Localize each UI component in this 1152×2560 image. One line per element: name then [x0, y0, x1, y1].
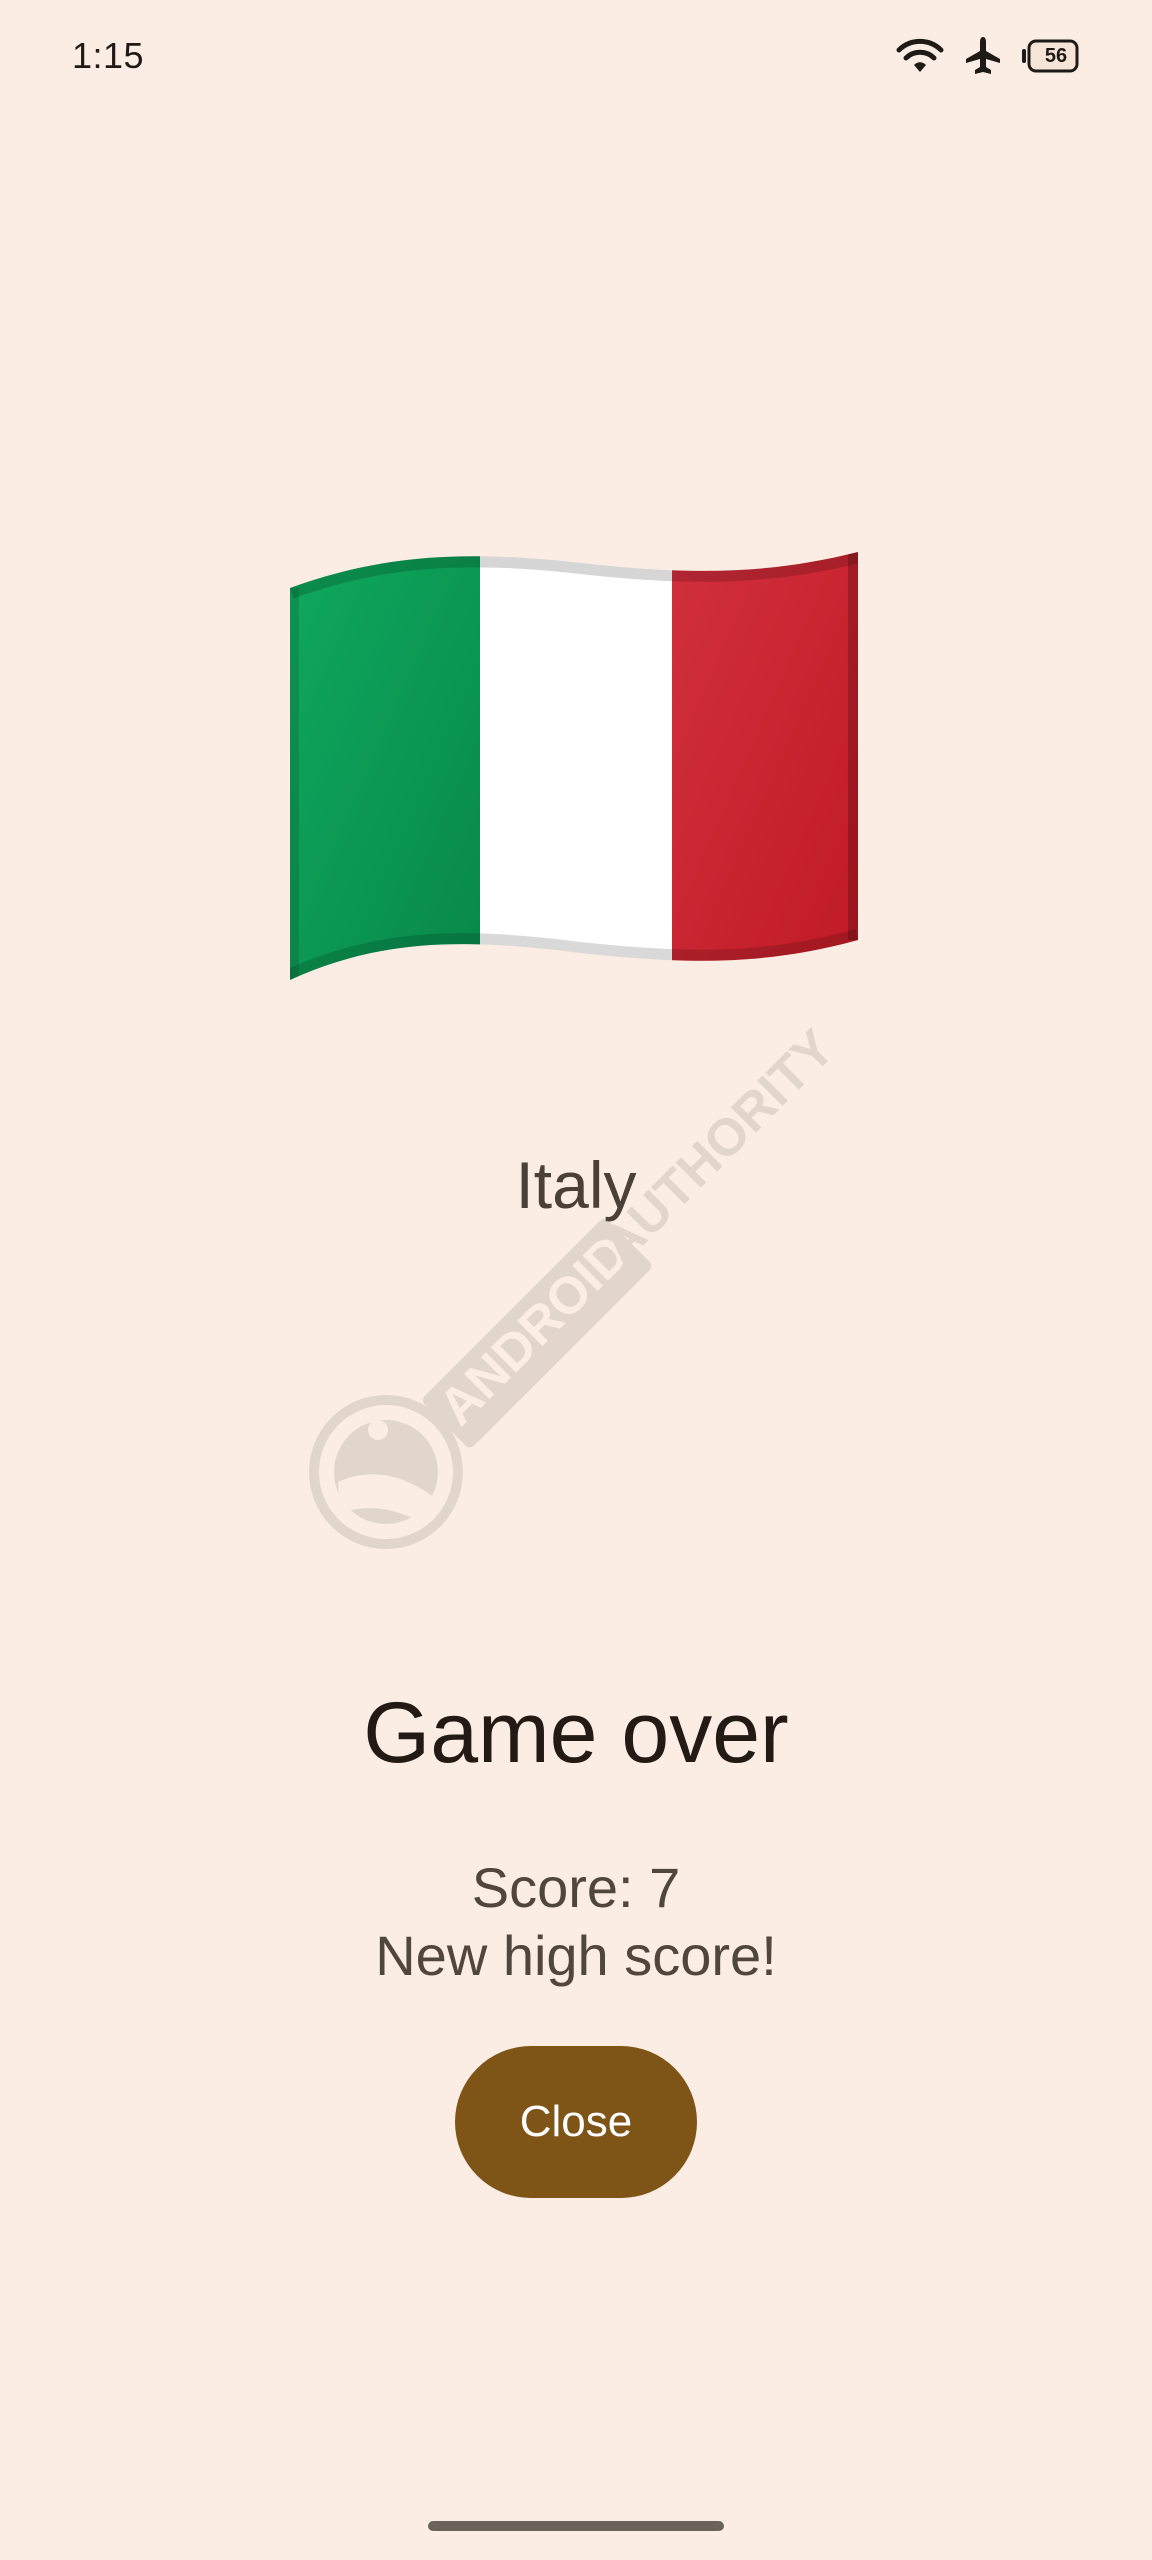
close-button[interactable]: Close	[455, 2046, 697, 2198]
svg-text:AUTHORITY: AUTHORITY	[590, 1019, 845, 1274]
wifi-icon	[896, 38, 944, 72]
status-time: 1:15	[72, 35, 145, 76]
status-icons: 56	[896, 32, 1080, 80]
battery-level: 56	[1044, 45, 1068, 67]
game-over-title: Game over	[363, 1685, 789, 1781]
gesture-navigation-handle[interactable]	[428, 2521, 724, 2531]
battery-icon: 56	[1022, 39, 1080, 73]
airplane-mode-icon	[966, 37, 1000, 74]
high-score-message: New high score!	[375, 1924, 777, 1987]
italy-flag-icon	[288, 552, 864, 988]
svg-text:ANDROID: ANDROID	[428, 1224, 641, 1437]
score-text: Score: 7	[471, 1856, 681, 1919]
status-bar: 1:15 56	[0, 0, 1152, 112]
score-summary: Score: 7 New high score!	[0, 1854, 1152, 1990]
android-authority-watermark: ANDROID AUTHORITY	[309, 1019, 846, 1549]
